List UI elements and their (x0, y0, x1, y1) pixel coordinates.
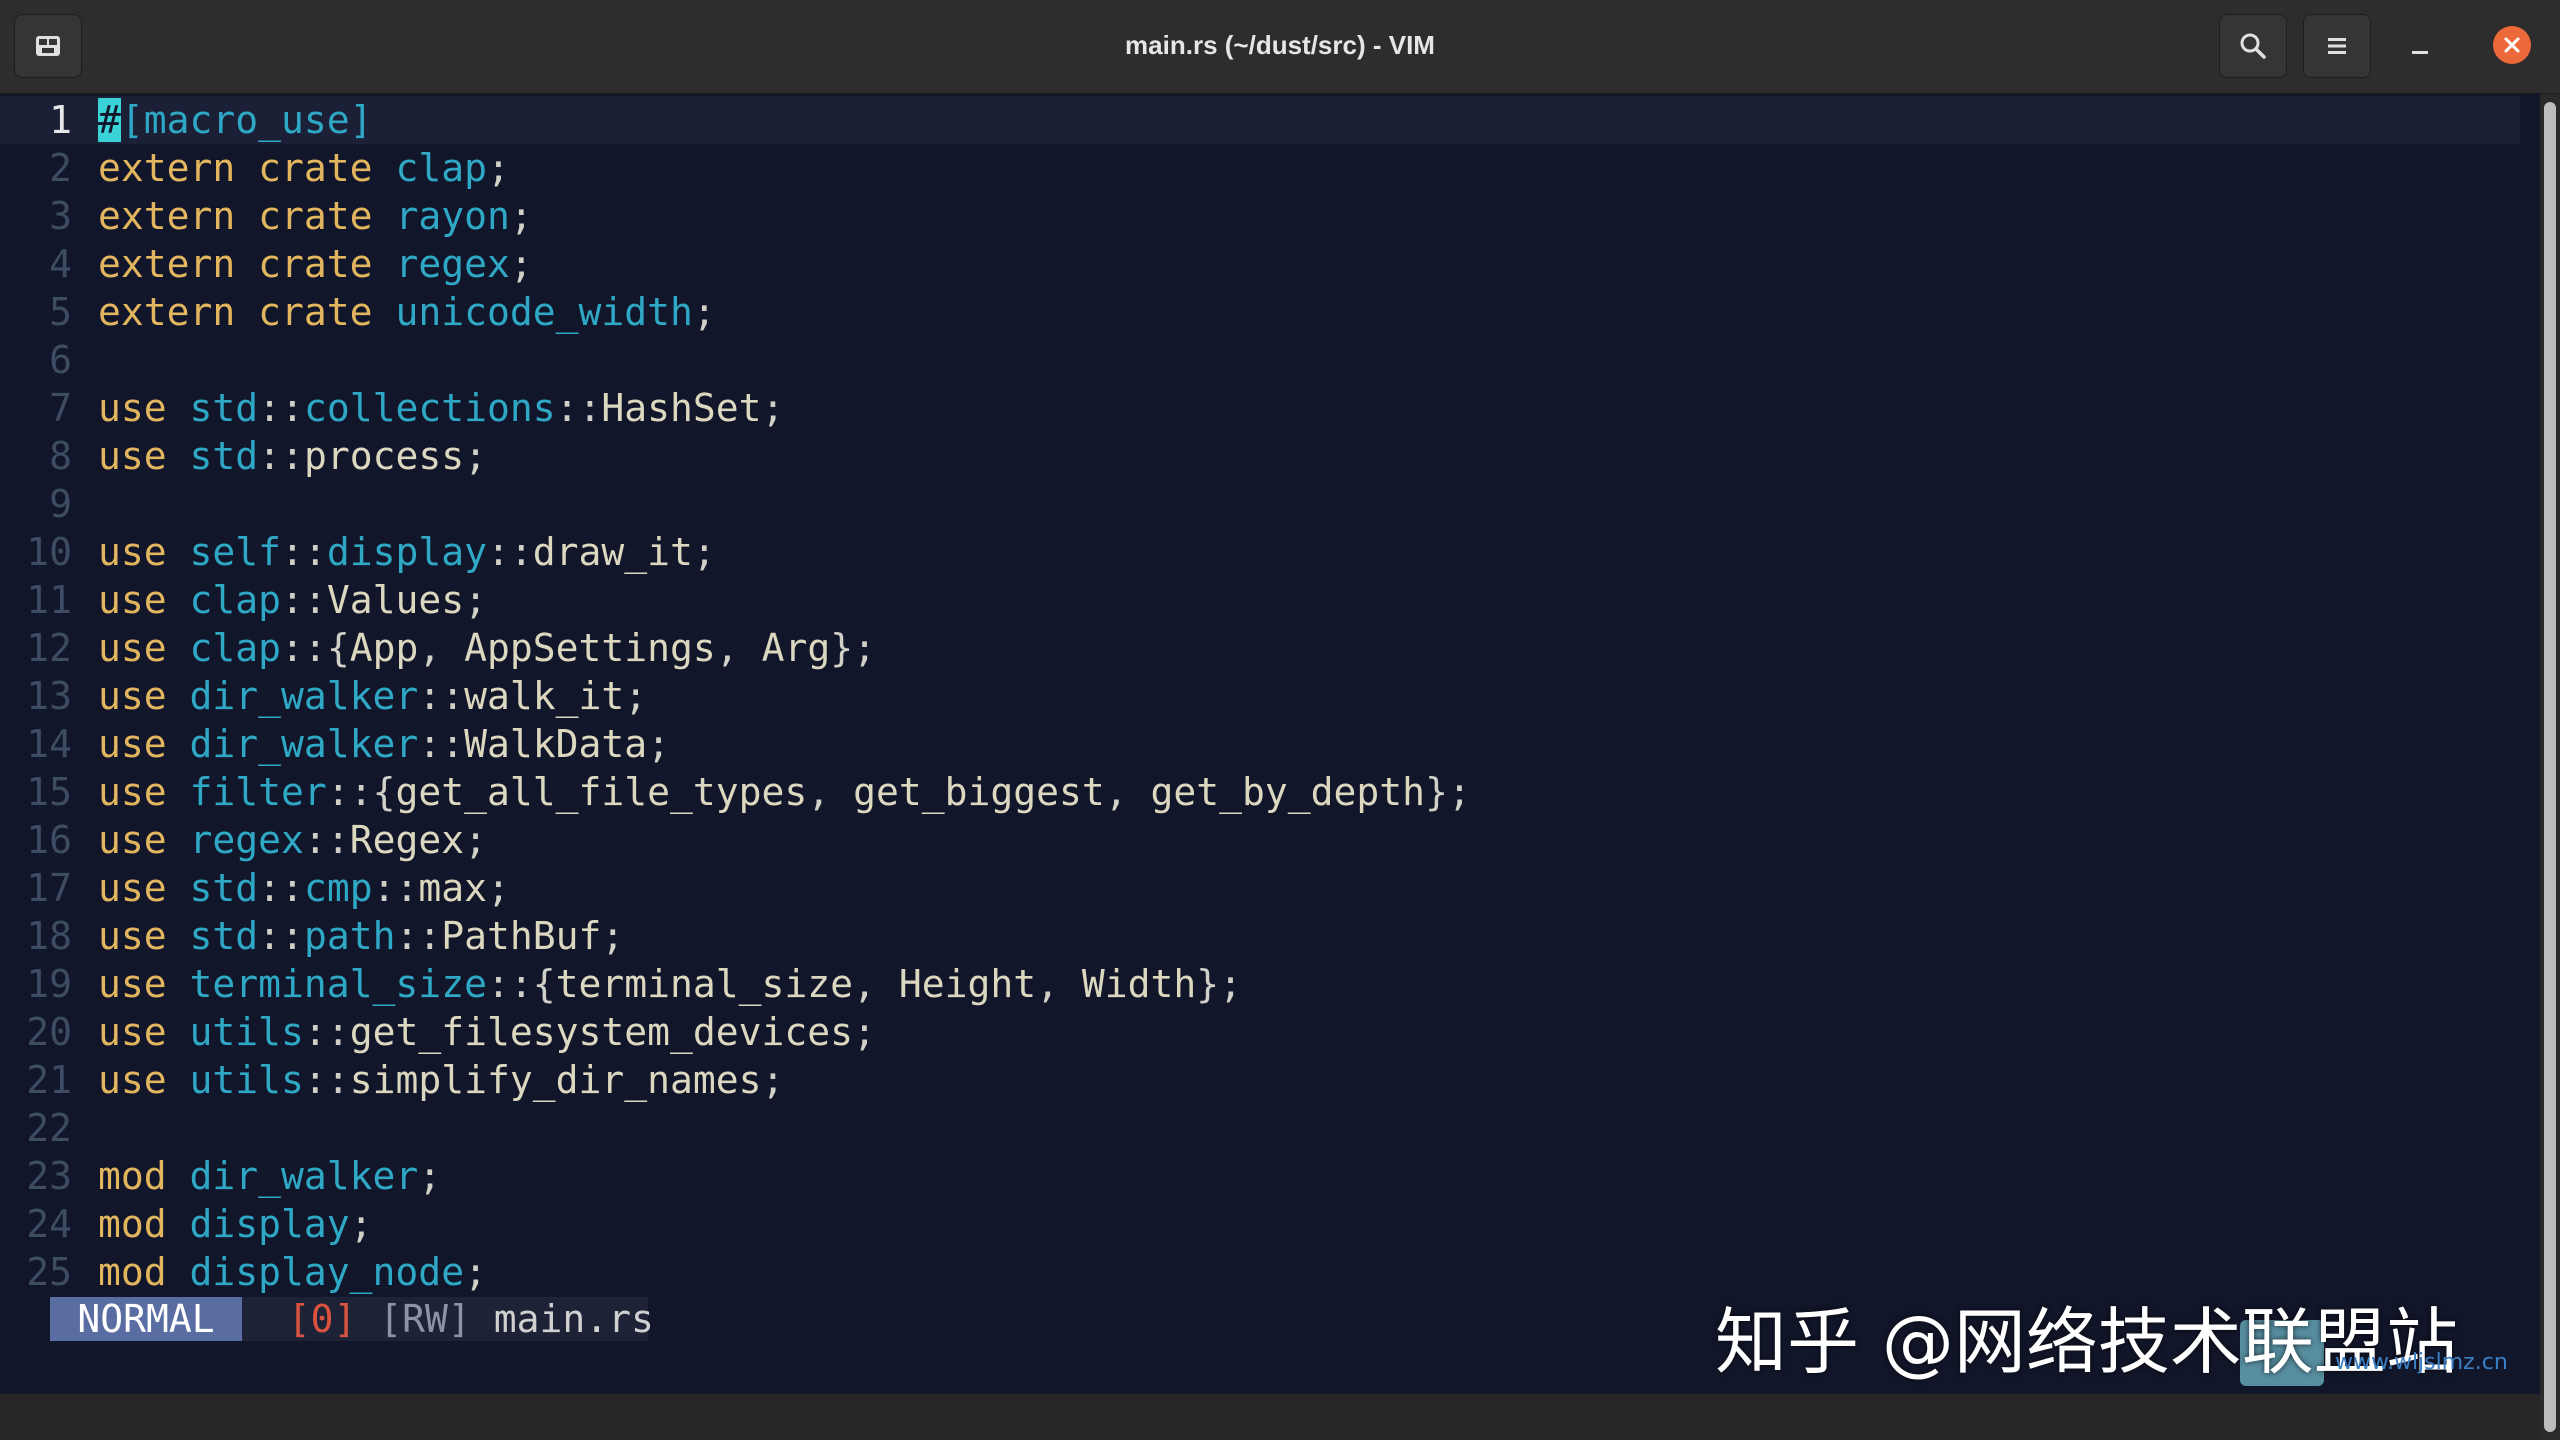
search-button[interactable] (2219, 14, 2287, 78)
code-line[interactable]: 10 use self::display::draw_it; (0, 528, 2520, 576)
code-line[interactable]: 23 mod dir_walker; (0, 1152, 2520, 1200)
line-code: #[macro_use] (98, 98, 373, 142)
watermark-site: www.wljslmz.cn (2335, 1350, 2508, 1375)
line-code: use terminal_size::{terminal_size, Heigh… (98, 962, 1243, 1006)
line-code: extern crate rayon; (98, 194, 533, 238)
line-number: 3 (49, 194, 72, 238)
line-code: use utils::simplify_dir_names; (98, 1058, 785, 1102)
code-line[interactable]: 11 use clap::Values; (0, 576, 2520, 624)
line-number: 9 (49, 482, 72, 526)
line-number: 25 (26, 1250, 72, 1294)
line-code: mod dir_walker; (98, 1154, 442, 1198)
line-number: 17 (26, 866, 72, 910)
line-number: 2 (49, 146, 72, 190)
line-code: use std::cmp::max; (98, 866, 510, 910)
code-line[interactable]: 19 use terminal_size::{terminal_size, Hei… (0, 960, 2520, 1008)
line-number: 16 (26, 818, 72, 862)
code-line[interactable]: 3 extern crate rayon; (0, 192, 2520, 240)
line-number: 10 (26, 530, 72, 574)
window-titlebar: main.rs (~/dust/src) - VIM (0, 0, 2560, 94)
code-line[interactable]: 9 (0, 480, 2520, 528)
line-code: use filter::{get_all_file_types, get_big… (98, 770, 1471, 814)
code-line[interactable]: 24 mod display; (0, 1200, 2520, 1248)
line-code: extern crate regex; (98, 242, 533, 286)
window-title: main.rs (~/dust/src) - VIM (1125, 30, 1435, 60)
line-code: use std::collections::HashSet; (98, 386, 785, 430)
line-number: 18 (26, 914, 72, 958)
hamburger-menu-icon (2328, 38, 2346, 54)
code-line[interactable]: 22 (0, 1104, 2520, 1152)
line-number: 5 (49, 290, 72, 334)
line-code: extern crate unicode_width; (98, 290, 716, 334)
line-code: use clap::{App, AppSettings, Arg}; (98, 626, 876, 670)
line-code: use std::process; (98, 434, 487, 478)
search-icon (2240, 33, 2266, 59)
line-number: 20 (26, 1010, 72, 1054)
scrollbar[interactable] (2540, 94, 2560, 1440)
code-line[interactable]: 21 use utils::simplify_dir_names; (0, 1056, 2520, 1104)
code-line[interactable]: 8 use std::process; (0, 432, 2520, 480)
line-code: use dir_walker::walk_it; (98, 674, 648, 718)
line-number: 21 (26, 1058, 72, 1102)
code-line[interactable]: 1 #[macro_use] (0, 96, 2520, 144)
line-number: 23 (26, 1154, 72, 1198)
line-number: 19 (26, 962, 72, 1006)
line-number: 14 (26, 722, 72, 766)
line-number: 8 (49, 434, 72, 478)
line-code: use dir_walker::WalkData; (98, 722, 670, 766)
code-line[interactable]: 5 extern crate unicode_width; (0, 288, 2520, 336)
line-number: 13 (26, 674, 72, 718)
line-code: use utils::get_filesystem_devices; (98, 1010, 876, 1054)
file-name: main.rs (493, 1297, 654, 1341)
line-code: use clap::Values; (98, 578, 487, 622)
code-line[interactable]: 13 use dir_walker::walk_it; (0, 672, 2520, 720)
readwrite-flag: [RW] (379, 1297, 471, 1341)
scrollbar-thumb[interactable] (2544, 102, 2556, 1432)
code-line[interactable]: 6 (0, 336, 2520, 384)
line-code: use regex::Regex; (98, 818, 487, 862)
code-line[interactable]: 7 use std::collections::HashSet; (0, 384, 2520, 432)
line-number: 6 (49, 338, 72, 382)
code-line[interactable]: 20 use utils::get_filesystem_devices; (0, 1008, 2520, 1056)
minimize-button[interactable] (2400, 26, 2440, 66)
code-line[interactable]: 17 use std::cmp::max; (0, 864, 2520, 912)
line-number: 4 (49, 242, 72, 286)
line-number: 1 (49, 98, 72, 142)
line-number: 24 (26, 1202, 72, 1246)
code-line[interactable]: 2 extern crate clap; (0, 144, 2520, 192)
statusline-info: [0] [RW] main.rs (242, 1297, 654, 1341)
mode-indicator: NORMAL (50, 1297, 242, 1341)
close-button[interactable] (2493, 26, 2531, 64)
menu-button[interactable] (2303, 14, 2371, 78)
code-line[interactable]: 12 use clap::{App, AppSettings, Arg}; (0, 624, 2520, 672)
vim-editor[interactable]: 1 #[macro_use] 2 extern crate clap; 3 extern … (0, 94, 2540, 1394)
line-code: mod display; (98, 1202, 373, 1246)
line-code: extern crate clap; (98, 146, 510, 190)
code-line[interactable]: 4 extern crate regex; (0, 240, 2520, 288)
line-number: 7 (49, 386, 72, 430)
code-line[interactable]: 16 use regex::Regex; (0, 816, 2520, 864)
line-number: 11 (26, 578, 72, 622)
line-code: use std::path::PathBuf; (98, 914, 625, 958)
minimize-icon (2412, 51, 2428, 54)
code-line[interactable]: 14 use dir_walker::WalkData; (0, 720, 2520, 768)
line-code: use self::display::draw_it; (98, 530, 716, 574)
buffer-number: [0] (287, 1297, 357, 1341)
code-line[interactable]: 15 use filter::{get_all_file_types, get_b… (0, 768, 2520, 816)
window-bottom (0, 1394, 2540, 1440)
close-icon (2504, 37, 2520, 53)
line-number: 12 (26, 626, 72, 670)
code-line[interactable]: 18 use std::path::PathBuf; (0, 912, 2520, 960)
line-code: mod display_node; (98, 1250, 487, 1294)
line-number: 15 (26, 770, 72, 814)
line-number: 22 (26, 1106, 72, 1150)
